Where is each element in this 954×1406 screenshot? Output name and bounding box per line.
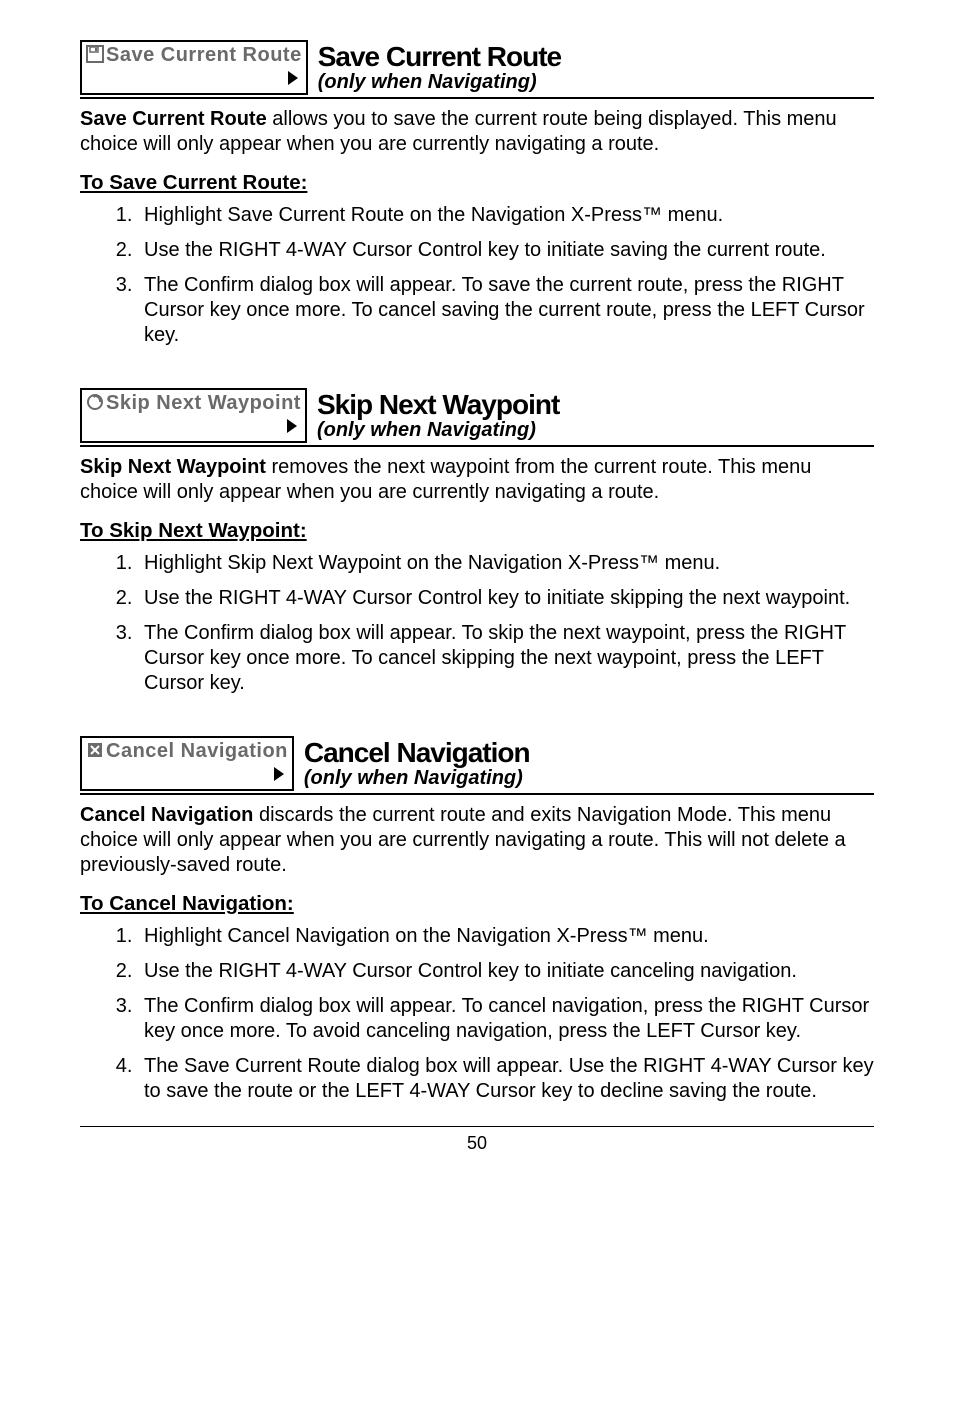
section-subtitle: (only when Navigating) <box>317 419 559 441</box>
steps-list: Highlight Cancel Navigation on the Navig… <box>80 924 874 1104</box>
step-item: Highlight Save Current Route on the Navi… <box>138 203 874 228</box>
menu-label: Skip Next Waypoint <box>106 392 301 414</box>
skip-icon <box>86 393 104 417</box>
step-item: Use the RIGHT 4-WAY Cursor Control key t… <box>138 586 874 611</box>
cancel-icon <box>86 741 104 765</box>
divider <box>80 445 874 447</box>
section-intro: Cancel Navigation discards the current r… <box>80 803 874 878</box>
menu-label: Save Current Route <box>106 44 302 66</box>
howto-heading: To Cancel Navigation: <box>80 892 874 916</box>
step-item: Use the RIGHT 4-WAY Cursor Control key t… <box>138 238 874 263</box>
section-subtitle: (only when Navigating) <box>304 767 530 789</box>
step-item: Use the RIGHT 4-WAY Cursor Control key t… <box>138 959 874 984</box>
steps-list: Highlight Save Current Route on the Navi… <box>80 203 874 348</box>
section-title: Save Current Route <box>318 42 561 71</box>
step-item: The Save Current Route dialog box will a… <box>138 1054 874 1104</box>
menu-item-save-route: Save Current Route <box>80 40 308 95</box>
disk-icon <box>86 45 104 69</box>
menu-item-skip-waypoint: Skip Next Waypoint <box>80 388 307 443</box>
step-item: The Confirm dialog box will appear. To c… <box>138 994 874 1044</box>
page-number: 50 <box>80 1126 874 1154</box>
steps-list: Highlight Skip Next Waypoint on the Navi… <box>80 551 874 696</box>
divider <box>80 97 874 99</box>
section-title: Cancel Navigation <box>304 738 530 767</box>
section-intro: Save Current Route allows you to save th… <box>80 107 874 157</box>
menu-label: Cancel Navigation <box>106 740 288 762</box>
howto-heading: To Save Current Route: <box>80 171 874 195</box>
section-intro: Skip Next Waypoint removes the next wayp… <box>80 455 874 505</box>
right-arrow-icon <box>82 417 305 441</box>
step-item: Highlight Skip Next Waypoint on the Navi… <box>138 551 874 576</box>
menu-item-cancel-navigation: Cancel Navigation <box>80 736 294 791</box>
right-arrow-icon <box>82 69 306 93</box>
step-item: The Confirm dialog box will appear. To s… <box>138 273 874 348</box>
howto-heading: To Skip Next Waypoint: <box>80 519 874 543</box>
right-arrow-icon <box>82 765 292 789</box>
step-item: Highlight Cancel Navigation on the Navig… <box>138 924 874 949</box>
section-subtitle: (only when Navigating) <box>318 71 561 93</box>
step-item: The Confirm dialog box will appear. To s… <box>138 621 874 696</box>
section-title: Skip Next Waypoint <box>317 390 559 419</box>
divider <box>80 793 874 795</box>
